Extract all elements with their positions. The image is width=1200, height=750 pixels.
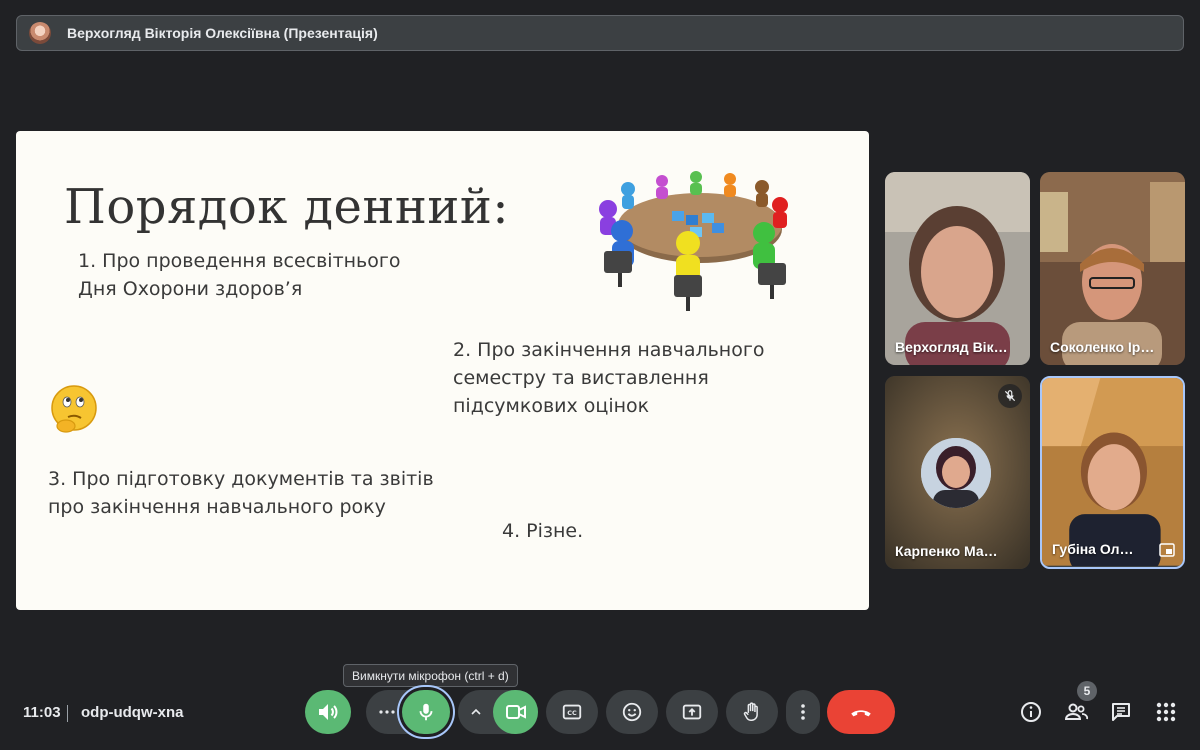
divider xyxy=(67,705,68,722)
presenter-avatar xyxy=(29,22,51,44)
chevron-up-icon xyxy=(471,708,481,715)
show-everyone-button[interactable] xyxy=(1062,698,1090,726)
participant-name: Карпенко Ма… xyxy=(895,543,998,559)
mic-tooltip: Вимкнути мікрофон (ctrl + d) xyxy=(343,664,518,687)
slide-title: Порядок денний: xyxy=(64,179,510,235)
videocam-icon xyxy=(505,705,526,719)
volume-icon xyxy=(319,704,338,720)
more-vertical-icon xyxy=(801,704,805,720)
participant-name: Губіна Ол… xyxy=(1052,541,1134,557)
mic-off-icon xyxy=(998,384,1022,408)
audio-output-button[interactable] xyxy=(305,690,351,734)
meeting-code: odp-udqw-xna xyxy=(81,704,184,721)
participant-avatar xyxy=(921,438,991,508)
emoji-icon xyxy=(622,702,642,722)
send-reaction-button[interactable] xyxy=(606,690,658,734)
participant-tile-1[interactable]: Верхогляд Вік… xyxy=(885,172,1030,365)
presentation-slide: Порядок денний: 1. Про проведення всесві… xyxy=(16,131,869,610)
slide-agenda-item-3: 3. Про підготовку документів та звітів п… xyxy=(48,468,434,518)
participant-count-badge: 5 xyxy=(1077,681,1097,701)
participant-tile-4[interactable]: Губіна Ол… xyxy=(1040,376,1185,569)
presenter-name: Верхогляд Вікторія Олексіївна (Презентац… xyxy=(67,25,378,41)
closed-caption-icon: CC xyxy=(562,704,582,720)
call-end-icon xyxy=(851,710,871,717)
mic-icon xyxy=(419,703,433,721)
leave-call-button[interactable] xyxy=(827,690,895,734)
participant-video xyxy=(885,172,1030,365)
participant-tile-2[interactable]: Соколенко Ір… xyxy=(1040,172,1185,365)
round-table-meeting-image xyxy=(592,159,804,314)
people-icon xyxy=(1064,703,1089,720)
participant-name: Соколенко Ір… xyxy=(1050,339,1155,355)
slide-agenda-item-4: 4. Різне. xyxy=(502,520,584,542)
bottom-control-bar: 11:03 odp-udqw-xna CC 5 xyxy=(0,681,1200,738)
present-screen-icon xyxy=(682,704,702,720)
picture-in-picture-icon[interactable] xyxy=(1159,543,1175,557)
more-options-button[interactable] xyxy=(786,690,820,734)
meeting-details-button[interactable] xyxy=(1017,698,1045,726)
apps-grid-icon xyxy=(1156,702,1176,722)
chat-icon xyxy=(1112,703,1130,721)
raise-hand-button[interactable] xyxy=(726,690,778,734)
activities-button[interactable] xyxy=(1152,698,1180,726)
participant-tile-3[interactable]: Карпенко Ма… xyxy=(885,376,1030,569)
more-horizontal-icon xyxy=(379,710,395,714)
captions-button[interactable]: CC xyxy=(546,690,598,734)
microphone-toggle-button[interactable] xyxy=(402,690,450,734)
participant-video xyxy=(1042,378,1183,566)
participant-video xyxy=(1040,172,1185,365)
raise-hand-icon xyxy=(743,702,758,721)
info-icon xyxy=(1021,702,1041,722)
participant-name: Верхогляд Вік… xyxy=(895,339,1008,355)
meeting-clock: 11:03 xyxy=(23,704,61,721)
slide-agenda-item-1: 1. Про проведення всесвітнього Дня Охоро… xyxy=(78,250,401,300)
camera-toggle-button[interactable] xyxy=(493,690,538,734)
thinking-emoji-icon xyxy=(51,385,97,433)
present-now-button[interactable] xyxy=(666,690,718,734)
presenter-bar: Верхогляд Вікторія Олексіївна (Презентац… xyxy=(16,15,1184,51)
svg-text:CC: CC xyxy=(567,709,577,717)
chat-button[interactable] xyxy=(1107,698,1135,726)
slide-agenda-item-2: 2. Про закінчення навчального семестру т… xyxy=(453,339,765,417)
